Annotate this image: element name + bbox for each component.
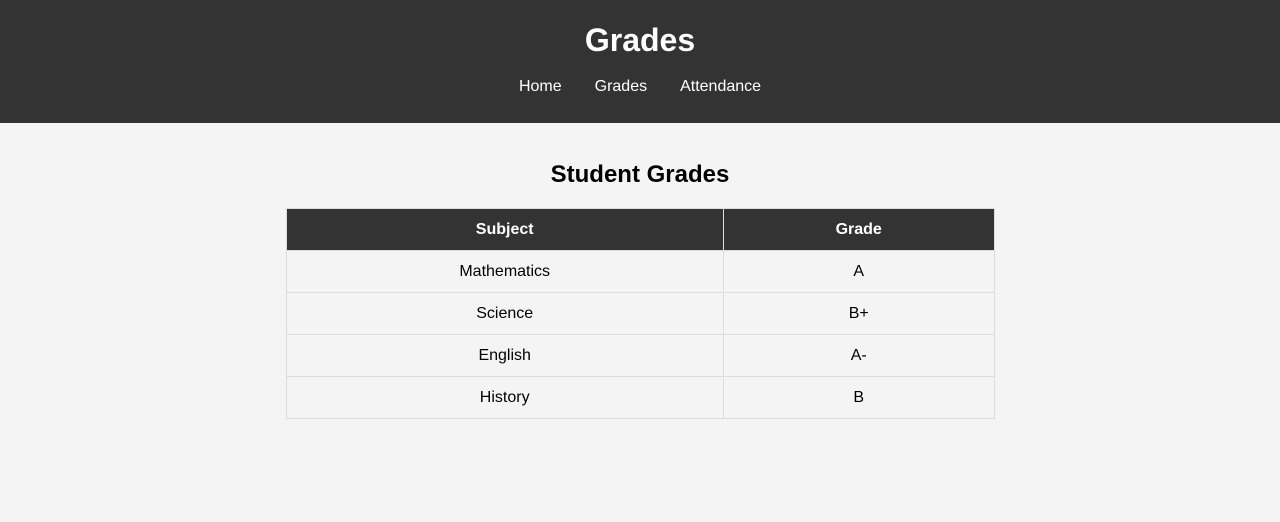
cell-grade: A (722, 250, 995, 293)
site-header: Grades Home Grades Attendance (0, 0, 1280, 123)
table-row: History B (285, 376, 995, 419)
cell-grade: B+ (722, 292, 995, 335)
column-header-subject: Subject (285, 208, 724, 251)
main-content: Student Grades Subject Grade Mathematics… (0, 123, 1280, 419)
nav-link-attendance[interactable]: Attendance (664, 76, 778, 98)
nav-link-home[interactable]: Home (502, 76, 578, 98)
cell-subject: English (285, 334, 724, 377)
grades-table: Subject Grade Mathematics A Science B+ E… (285, 208, 995, 419)
site-title: Grades (584, 22, 696, 58)
table-row: Mathematics A (285, 250, 995, 293)
cell-subject: History (285, 376, 724, 419)
table-header-row: Subject Grade (285, 208, 995, 251)
page-title: Student Grades (550, 161, 730, 188)
column-header-grade: Grade (722, 208, 995, 251)
cell-grade: B (722, 376, 995, 419)
table-row: English A- (285, 334, 995, 377)
cell-subject: Mathematics (285, 250, 724, 293)
cell-subject: Science (285, 292, 724, 335)
table-header: Subject Grade (285, 208, 995, 251)
table-row: Science B+ (285, 292, 995, 335)
table-body: Mathematics A Science B+ English A- Hist… (285, 250, 995, 419)
cell-grade: A- (722, 334, 995, 377)
nav-link-grades[interactable]: Grades (578, 76, 663, 98)
main-nav: Home Grades Attendance (0, 76, 1280, 98)
